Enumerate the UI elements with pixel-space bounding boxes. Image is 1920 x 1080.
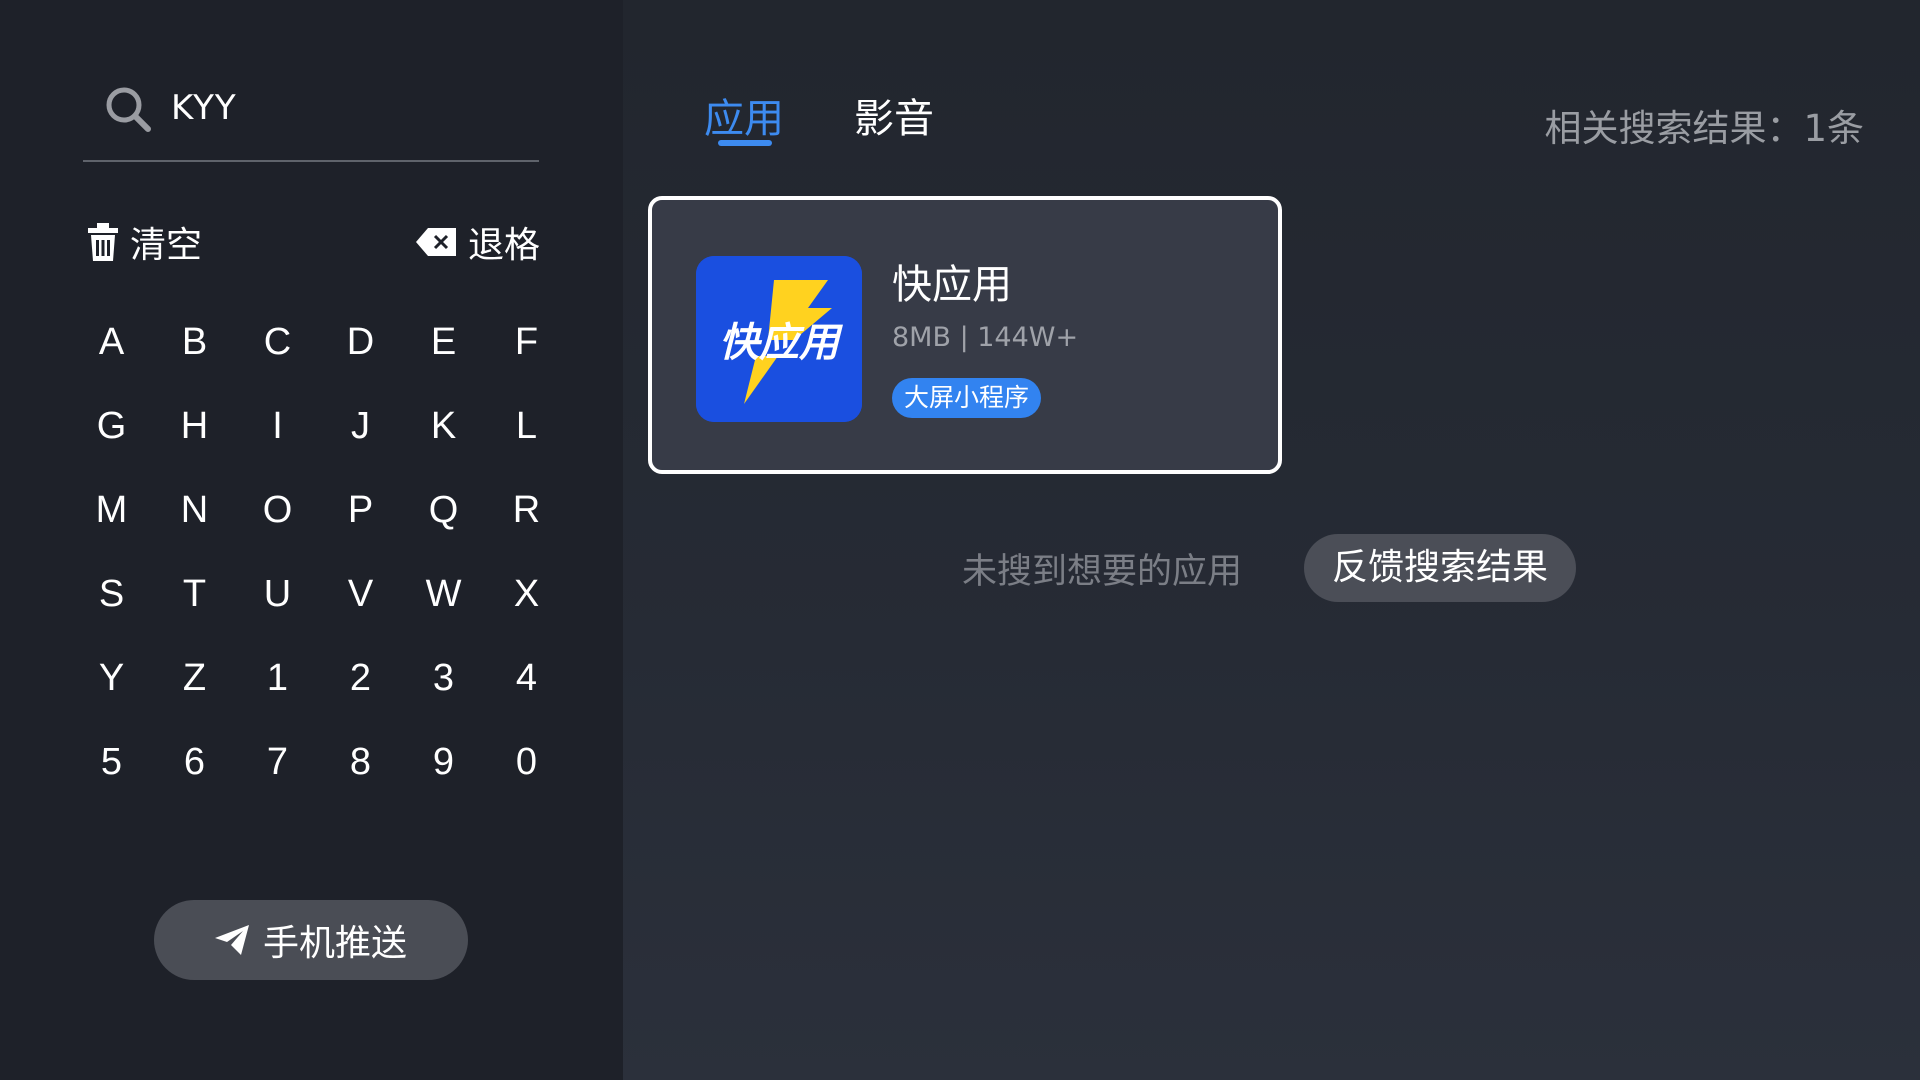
key[interactable]: T [153, 552, 236, 636]
result-count: 相关搜索结果：1条 [1544, 107, 1864, 150]
key[interactable]: U [236, 552, 319, 636]
phone-push-button[interactable]: 手机推送 [154, 900, 468, 980]
key[interactable]: Z [153, 636, 236, 720]
key[interactable]: 2 [319, 636, 402, 720]
key[interactable]: D [319, 300, 402, 384]
mini-program-badge: 大屏小程序 [892, 378, 1042, 418]
key[interactable]: P [319, 468, 402, 552]
phone-push-label: 手机推送 [262, 923, 407, 964]
active-tab-indicator [718, 140, 772, 146]
backspace-label: 退格 [467, 225, 540, 266]
key[interactable]: S [70, 552, 153, 636]
tab-media[interactable]: 影音 [854, 86, 934, 156]
send-icon [214, 925, 249, 955]
key[interactable]: N [153, 468, 236, 552]
search-query: KYY [171, 88, 237, 128]
key[interactable]: 6 [153, 720, 236, 804]
key[interactable]: Q [402, 468, 485, 552]
key[interactable]: 0 [485, 720, 568, 804]
key[interactable]: G [70, 384, 153, 468]
key[interactable]: A [70, 300, 153, 384]
keyboard-actions: 清空 退格 [88, 214, 540, 270]
key[interactable]: L [485, 384, 568, 468]
key[interactable]: W [402, 552, 485, 636]
search-icon [106, 87, 151, 132]
key[interactable]: 1 [236, 636, 319, 720]
feedback-hint: 未搜到想要的应用 [962, 551, 1243, 592]
app-meta: 8MB | 144W+ [892, 322, 1079, 353]
backspace-icon [415, 228, 456, 256]
feedback-row: 未搜到想要的应用 反馈搜索结果 [962, 534, 1577, 602]
key[interactable]: 5 [70, 720, 153, 804]
key[interactable]: I [236, 384, 319, 468]
key[interactable]: X [485, 552, 568, 636]
key[interactable]: C [236, 300, 319, 384]
tab-apps[interactable]: 应用 [704, 86, 784, 156]
app-icon: 快应用 [696, 256, 862, 422]
key[interactable]: M [70, 468, 153, 552]
key[interactable]: O [236, 468, 319, 552]
key[interactable]: K [402, 384, 485, 468]
key[interactable]: 9 [402, 720, 485, 804]
key[interactable]: 3 [402, 636, 485, 720]
key[interactable]: Y [70, 636, 153, 720]
tab-apps-label: 应用 [704, 96, 784, 142]
tab-media-label: 影音 [854, 96, 934, 142]
letter-keyboard: A B C D E F G H I J K L M N O P Q R S T … [70, 300, 560, 804]
key[interactable]: F [485, 300, 568, 384]
feedback-button[interactable]: 反馈搜索结果 [1304, 534, 1577, 602]
key[interactable]: R [485, 468, 568, 552]
key[interactable]: 7 [236, 720, 319, 804]
clear-label: 清空 [130, 225, 203, 266]
backspace-button[interactable]: 退格 [415, 214, 540, 270]
keyboard-panel: KYY 清空 退格 A B C D E F G H I J K L M N O … [0, 0, 623, 1080]
app-icon-text: 快应用 [719, 320, 843, 366]
search-bar[interactable]: KYY [83, 58, 539, 162]
key[interactable]: J [319, 384, 402, 468]
key[interactable]: H [153, 384, 236, 468]
key[interactable]: B [153, 300, 236, 384]
key[interactable]: 8 [319, 720, 402, 804]
key[interactable]: V [319, 552, 402, 636]
lightning-icon: 快应用 [696, 256, 862, 422]
search-screen: KYY 清空 退格 A B C D E F G H I J K L M N O … [0, 0, 1920, 1080]
app-result-card[interactable]: 快应用 快应用 8MB | 144W+ 大屏小程序 [648, 196, 1282, 474]
app-name: 快应用 [892, 262, 1012, 308]
key[interactable]: E [402, 300, 485, 384]
result-tabs: 应用 影音 [704, 86, 1004, 156]
clear-button[interactable]: 清空 [88, 214, 202, 270]
key[interactable]: 4 [485, 636, 568, 720]
trash-icon [88, 223, 118, 261]
